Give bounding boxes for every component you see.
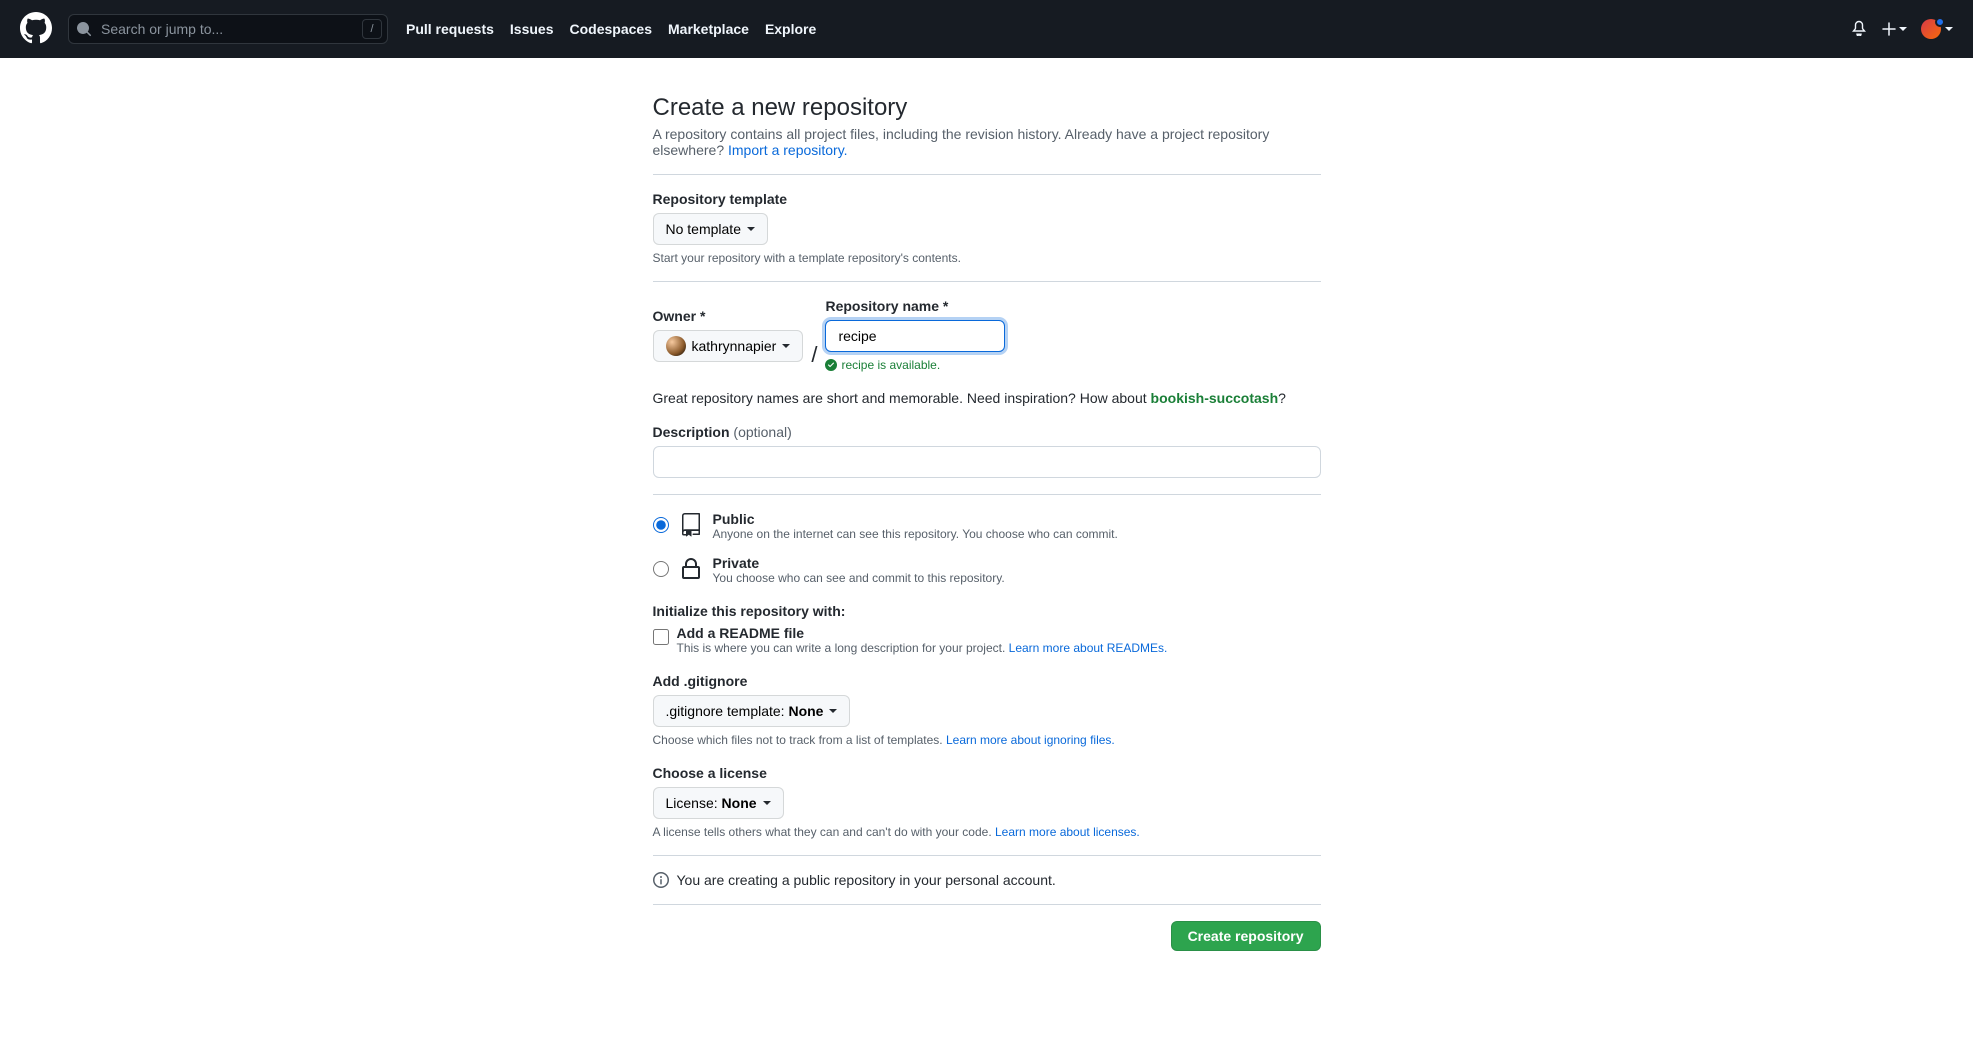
bell-icon (1851, 20, 1867, 36)
license-select[interactable]: License: None (653, 787, 784, 819)
gitignore-select[interactable]: .gitignore template: None (653, 695, 851, 727)
gitignore-learn-more-link[interactable]: Learn more about ignoring files. (946, 733, 1115, 747)
user-menu[interactable] (1921, 19, 1953, 39)
import-repository-link[interactable]: Import a repository. (728, 142, 848, 158)
description-label: Description (optional) (653, 424, 1321, 440)
primary-nav: Pull requests Issues Codespaces Marketpl… (406, 21, 816, 37)
plus-icon (1881, 21, 1897, 37)
lock-icon (679, 557, 703, 581)
template-select[interactable]: No template (653, 213, 768, 245)
readme-title: Add a README file (677, 625, 1168, 641)
description-label-text: Description (653, 424, 734, 440)
repo-name-label: Repository name * (825, 298, 1005, 314)
nav-pull-requests[interactable]: Pull requests (406, 21, 494, 37)
license-hint: A license tells others what they can and… (653, 825, 1321, 839)
nav-explore[interactable]: Explore (765, 21, 816, 37)
gitignore-value: .gitignore template: None (666, 701, 824, 721)
owner-name-row: Owner * kathrynnapier / Repository name … (653, 298, 1321, 372)
owner-value: kathrynnapier (692, 336, 777, 356)
search-icon (76, 21, 92, 37)
nav-issues[interactable]: Issues (510, 21, 554, 37)
readme-desc: This is where you can write a long descr… (677, 641, 1168, 655)
caret-down-icon (829, 709, 837, 713)
caret-down-icon (782, 344, 790, 348)
visibility-private-radio[interactable] (653, 561, 669, 577)
public-desc: Anyone on the internet can see this repo… (713, 527, 1118, 541)
header-right (1851, 19, 1953, 39)
owner-select[interactable]: kathrynnapier (653, 330, 804, 362)
info-icon (653, 872, 669, 888)
notifications-button[interactable] (1851, 20, 1867, 39)
private-desc: You choose who can see and commit to thi… (713, 571, 1005, 585)
create-new-dropdown[interactable] (1881, 21, 1907, 37)
info-banner: You are creating a public repository in … (653, 872, 1321, 888)
inspire-prefix: Great repository names are short and mem… (653, 390, 1151, 406)
slash-key-hint: / (362, 19, 382, 39)
gitignore-hint-text: Choose which files not to track from a l… (653, 733, 946, 747)
divider (653, 904, 1321, 905)
create-repository-button[interactable]: Create repository (1171, 921, 1321, 951)
public-title: Public (713, 511, 1118, 527)
template-hint: Start your repository with a template re… (653, 251, 1321, 265)
description-optional: (optional) (733, 424, 791, 440)
license-label: Choose a license (653, 765, 1321, 781)
info-banner-text: You are creating a public repository in … (677, 872, 1056, 888)
search-wrap: / (68, 14, 388, 44)
repo-icon (679, 513, 703, 537)
divider (653, 281, 1321, 282)
page-subtitle: A repository contains all project files,… (653, 126, 1321, 158)
owner-avatar (666, 336, 686, 356)
repo-name-available: recipe is available. (825, 358, 1005, 372)
caret-down-icon (763, 801, 771, 805)
add-readme-checkbox[interactable] (653, 629, 669, 645)
visibility-public-row: Public Anyone on the internet can see th… (653, 511, 1321, 541)
visibility-private-row: Private You choose who can see and commi… (653, 555, 1321, 585)
inspire-suffix: ? (1278, 390, 1286, 406)
mark-github-icon (20, 12, 52, 44)
search-input[interactable] (68, 14, 388, 44)
caret-down-icon (1899, 27, 1907, 31)
private-title: Private (713, 555, 1005, 571)
nav-marketplace[interactable]: Marketplace (668, 21, 749, 37)
global-header: / Pull requests Issues Codespaces Market… (0, 0, 1973, 58)
check-circle-fill-icon (825, 359, 837, 371)
main-content: Create a new repository A repository con… (637, 94, 1337, 991)
license-value: License: None (666, 793, 757, 813)
divider (653, 855, 1321, 856)
caret-down-icon (1945, 27, 1953, 31)
github-logo[interactable] (20, 12, 52, 47)
template-label: Repository template (653, 191, 1321, 207)
divider (653, 174, 1321, 175)
license-learn-more-link[interactable]: Learn more about licenses. (995, 825, 1140, 839)
description-input[interactable] (653, 446, 1321, 478)
license-hint-text: A license tells others what they can and… (653, 825, 996, 839)
divider (653, 494, 1321, 495)
owner-label: Owner * (653, 308, 804, 324)
repo-name-input[interactable] (825, 320, 1005, 352)
suggested-name-link[interactable]: bookish-succotash (1151, 390, 1279, 406)
nav-codespaces[interactable]: Codespaces (570, 21, 652, 37)
template-select-value: No template (666, 219, 741, 239)
gitignore-label: Add .gitignore (653, 673, 1321, 689)
status-dot (1935, 17, 1945, 27)
initialize-heading: Initialize this repository with: (653, 603, 1321, 619)
caret-down-icon (747, 227, 755, 231)
owner-separator: / (811, 342, 817, 372)
visibility-public-radio[interactable] (653, 517, 669, 533)
gitignore-hint: Choose which files not to track from a l… (653, 733, 1321, 747)
available-text: recipe is available. (841, 358, 940, 372)
page-title: Create a new repository (653, 94, 1321, 122)
readme-learn-more-link[interactable]: Learn more about READMEs. (1009, 641, 1168, 655)
readme-desc-text: This is where you can write a long descr… (677, 641, 1009, 655)
name-inspiration: Great repository names are short and mem… (653, 390, 1321, 406)
